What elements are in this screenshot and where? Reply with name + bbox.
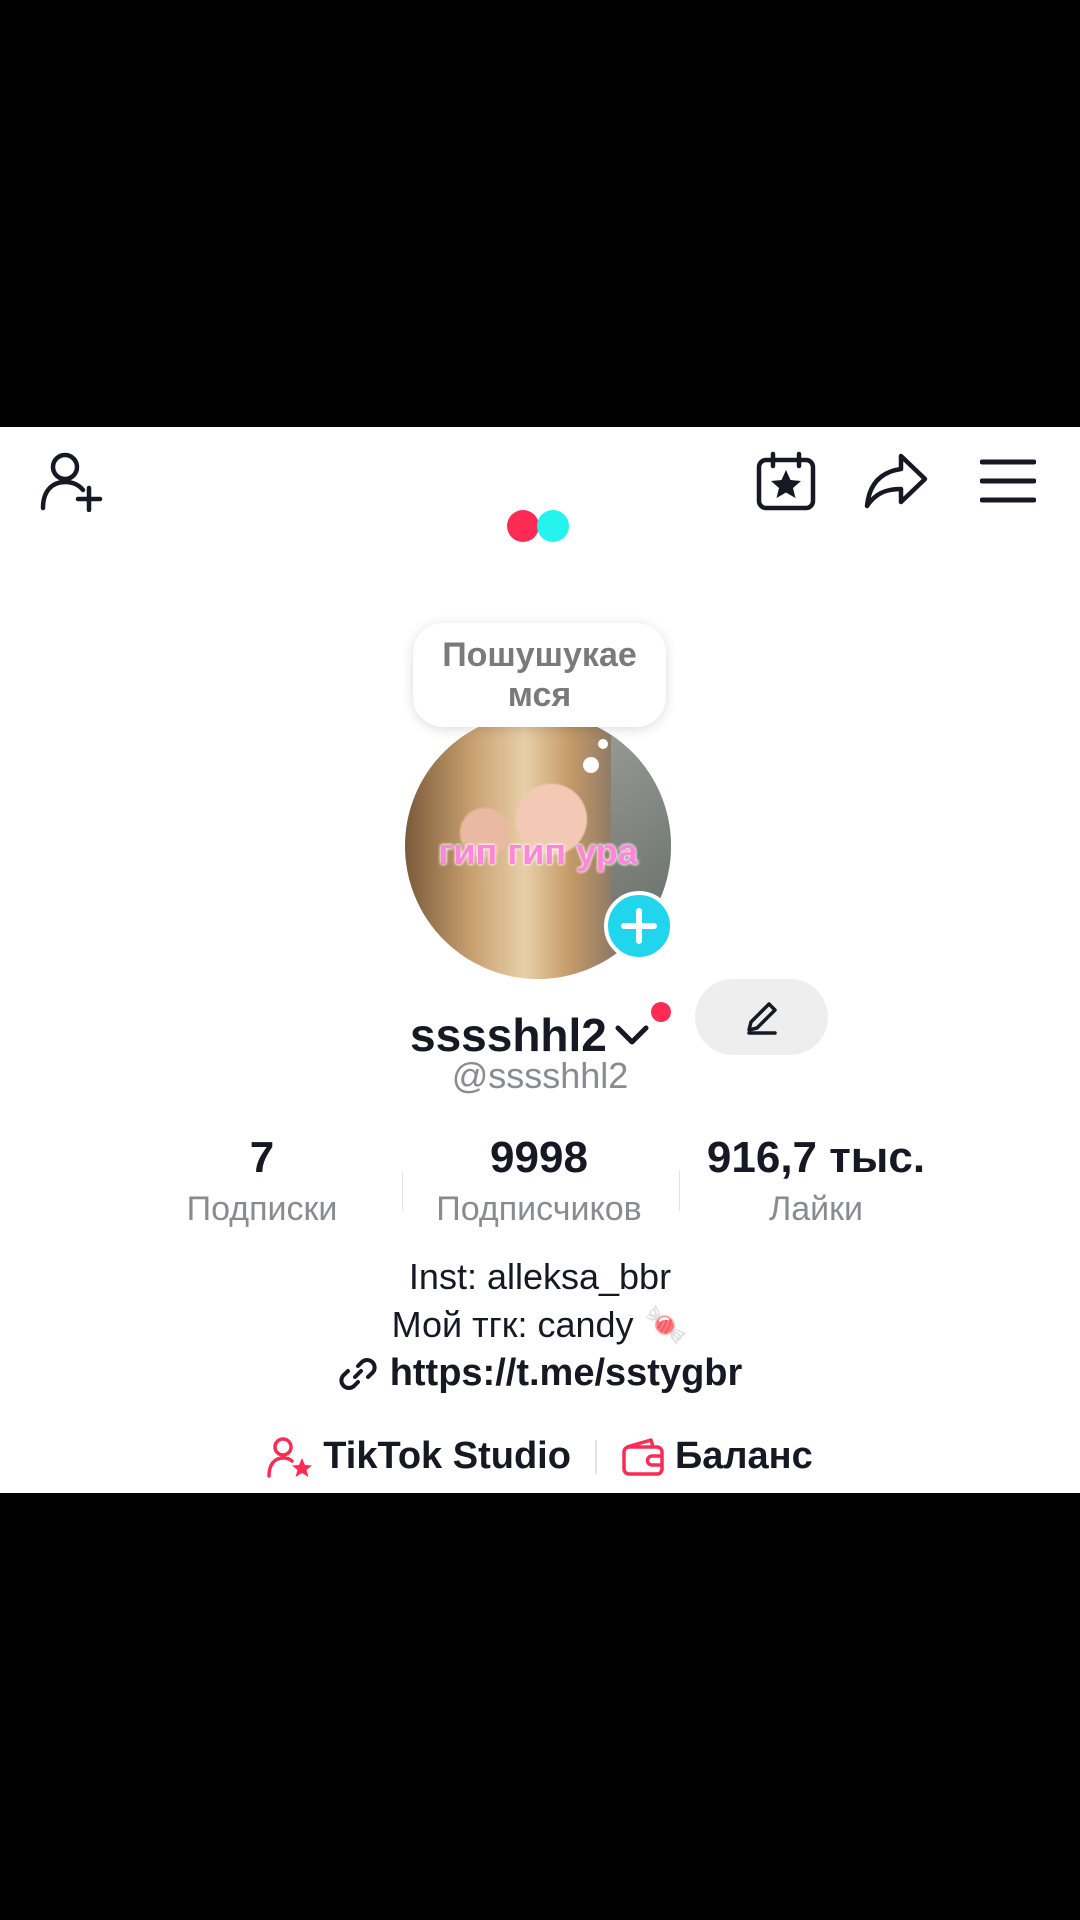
- avatar[interactable]: гип гип ура: [405, 713, 675, 983]
- add-user-icon[interactable]: [36, 445, 108, 517]
- red-dot: [507, 510, 539, 542]
- divider: [594, 1439, 597, 1474]
- pencil-icon: [746, 1002, 777, 1035]
- share-icon[interactable]: [860, 445, 932, 517]
- chevron-down-icon: [615, 1002, 671, 1046]
- hamburger-menu-icon[interactable]: [972, 445, 1044, 517]
- stat-value: 9998: [490, 1133, 588, 1182]
- edit-profile-button[interactable]: [695, 979, 828, 1055]
- stat-label: Лайки: [768, 1190, 864, 1228]
- bio: Inst: alleksa_bbr Мой тгк: candy 🍬: [0, 1253, 1080, 1349]
- calendar-star-icon[interactable]: [750, 445, 822, 517]
- studio-user-star-icon: [267, 1436, 313, 1478]
- add-story-button[interactable]: [604, 891, 674, 961]
- note-bubble[interactable]: Пошушукае мся: [413, 623, 666, 727]
- bubble-tail: [598, 739, 608, 749]
- profile-screen: гип гип ура Пошушукае мся sssshhl2 @ssss…: [0, 427, 1080, 1493]
- plus-icon: [621, 908, 657, 944]
- display-name: sssshhl2: [410, 1009, 607, 1061]
- stat-likes[interactable]: 916,7 тыс. Лайки: [676, 1129, 956, 1231]
- balance-label: Баланс: [674, 1435, 813, 1477]
- bio-link[interactable]: https://t.me/sstygbr: [0, 1352, 1080, 1395]
- bio-line: Мой тгк: candy 🍬: [391, 1304, 689, 1345]
- link-icon: [339, 1357, 377, 1390]
- wallet-icon: [622, 1437, 664, 1476]
- link-text: https://t.me/sstygbr: [389, 1352, 743, 1394]
- balance-button[interactable]: Баланс: [621, 1435, 813, 1478]
- tiktok-studio-button[interactable]: TikTok Studio: [267, 1435, 571, 1478]
- studio-label: TikTok Studio: [323, 1435, 571, 1477]
- notification-dot: [650, 1002, 671, 1022]
- avatar-caption: гип гип ура: [438, 831, 638, 872]
- creator-tools: TikTok Studio Баланс: [0, 1435, 1080, 1478]
- user-handle: @sssshhl2: [451, 1055, 629, 1096]
- stat-label: Подписчиков: [436, 1190, 642, 1228]
- stat-followers[interactable]: 9998 Подписчиков: [399, 1129, 679, 1231]
- stats-row: 7 Подписки 9998 Подписчиков 916,7 тыс. Л…: [0, 1129, 1080, 1239]
- brand-dots: [507, 510, 569, 542]
- note-text: Пошушукае мся: [442, 636, 637, 714]
- bubble-tail-dot: [583, 757, 599, 773]
- stat-value: 916,7 тыс.: [706, 1133, 926, 1182]
- stat-following[interactable]: 7 Подписки: [122, 1129, 402, 1231]
- stat-label: Подписки: [186, 1190, 338, 1228]
- bio-line: Inst: alleksa_bbr: [408, 1256, 672, 1297]
- cyan-dot: [537, 510, 569, 542]
- stat-value: 7: [249, 1133, 275, 1182]
